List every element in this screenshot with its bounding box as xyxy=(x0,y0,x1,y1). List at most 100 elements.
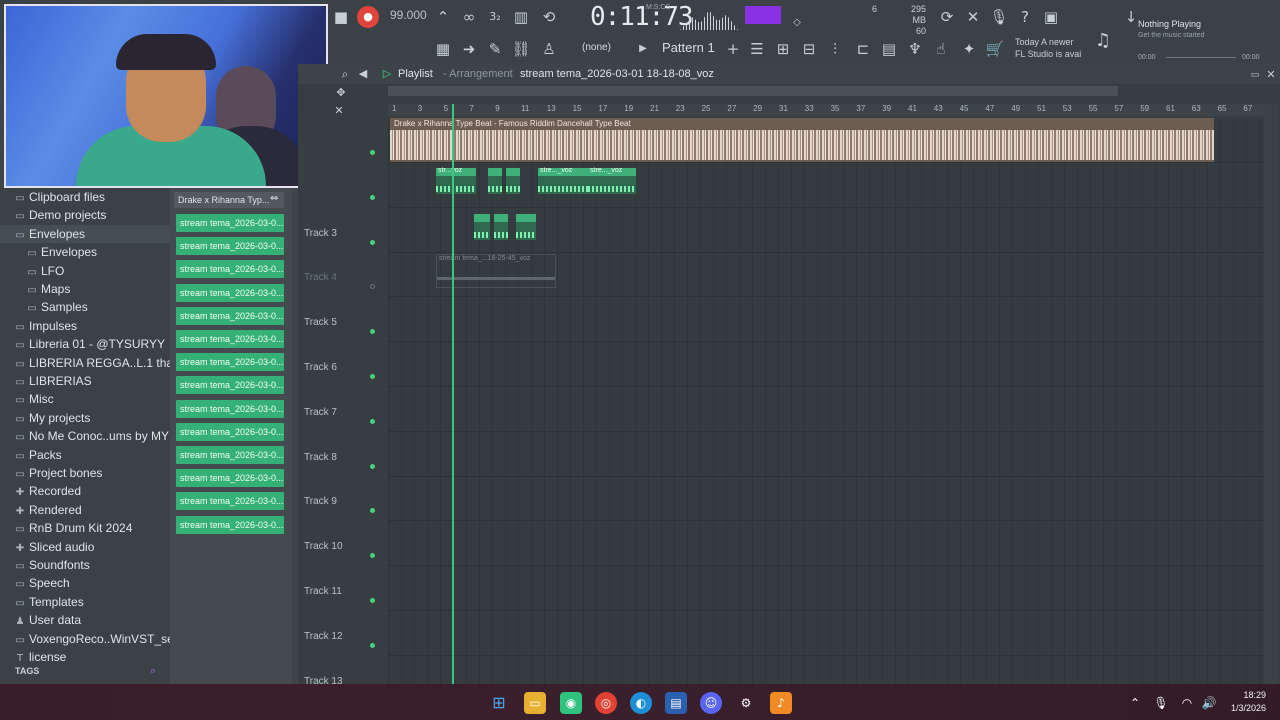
picker-clip[interactable]: stream tema_2026-03-0... xyxy=(176,306,284,325)
discord-icon[interactable]: ☺ xyxy=(700,692,722,714)
browser-item[interactable]: ▭ Misc xyxy=(0,390,170,408)
track-mute-toggle[interactable] xyxy=(370,463,375,469)
track-label[interactable]: Track 9 xyxy=(304,496,384,507)
browser-item[interactable]: ✚ Sliced audio xyxy=(0,538,170,556)
picker-clip[interactable]: stream tema_2026-03-0... xyxy=(176,214,284,232)
browser-item[interactable]: ▭ Envelopes xyxy=(0,224,170,243)
wait-record-icon[interactable]: ∞ xyxy=(458,6,480,28)
record-button[interactable]: ● xyxy=(357,6,379,28)
track-mute-toggle[interactable] xyxy=(370,150,375,155)
playlist-mode[interactable]: - Arrangement xyxy=(443,68,513,80)
picker-clip[interactable]: stream tema_2026-03-0... xyxy=(176,422,284,441)
track-label[interactable]: Track 5 xyxy=(304,317,384,328)
audio-clip-beat[interactable]: Drake x Rihanna Type Beat - Famous Riddi… xyxy=(390,118,1214,162)
picker-clip[interactable]: stream tema_2026-03-0... xyxy=(176,446,284,464)
track-mute-toggle[interactable] xyxy=(370,329,375,335)
playlist-scrollbar-h[interactable] xyxy=(388,86,1118,96)
browser-item[interactable]: ▭ LIBRERIA REGGA..L.1 thatboy r xyxy=(0,354,170,372)
picker-clip[interactable]: stream tema_2026-03-0... xyxy=(176,353,284,372)
play-pattern-icon[interactable]: ▶ xyxy=(632,38,654,60)
pattern-selector[interactable]: Pattern 1 xyxy=(662,40,715,55)
browser-item[interactable]: ▭ Envelopes xyxy=(0,243,170,261)
store-icon[interactable]: ▤ xyxy=(665,692,687,714)
clipboard-icon[interactable]: ▤ xyxy=(878,38,900,60)
browser-item[interactable]: ▭ Impulses xyxy=(0,317,170,335)
tray-chevron-icon[interactable]: ⌃ xyxy=(1124,692,1146,714)
settings-icon[interactable]: ⚙ xyxy=(735,692,757,714)
volume-icon[interactable]: 🔊 xyxy=(1198,692,1220,714)
track-label[interactable]: Track 4 xyxy=(304,272,384,283)
track-mute-toggle[interactable] xyxy=(370,553,375,559)
master-volume-meter[interactable] xyxy=(745,6,781,24)
channel-selector[interactable]: (none) xyxy=(582,42,611,53)
track-label[interactable]: Track 11 xyxy=(304,586,384,597)
browser-icon[interactable]: ⊏ xyxy=(852,38,874,60)
track-label[interactable]: Track 7 xyxy=(304,407,384,418)
timeline-ruler[interactable]: 1 3 5 7 9 11 13 15 17 19 21 23 25 27 29 31 33 35 37 39 41 43 4… xyxy=(388,104,1268,116)
stamp-icon[interactable]: ♙ xyxy=(538,38,560,60)
browser-item[interactable]: ▭ Packs xyxy=(0,446,170,464)
voice-clip[interactable] xyxy=(516,214,536,240)
track-mute-toggle[interactable] xyxy=(370,508,375,514)
browser-item[interactable]: ▭ Speech xyxy=(0,574,170,592)
track-mute-toggle[interactable] xyxy=(370,418,375,424)
picker-clip[interactable]: stream tema_2026-03-0... xyxy=(176,469,284,488)
playlist-current-file[interactable]: stream tema_2026-03-01 18-18-08_voz xyxy=(520,68,714,80)
browser-item[interactable]: ▭ Maps xyxy=(0,280,170,298)
tag-search-icon[interactable]: ⌕ xyxy=(150,664,156,678)
browser-item[interactable]: ♟ User data xyxy=(0,611,170,629)
countdown-icon[interactable]: 3₂ xyxy=(484,6,506,28)
picker-clip[interactable]: stream tema_2026-03-0... xyxy=(176,376,284,395)
fl-studio-icon[interactable]: ♪ xyxy=(770,692,792,714)
voice-clip[interactable] xyxy=(474,214,490,240)
picker-clip[interactable]: stream tema_2026-03-0... xyxy=(176,515,284,534)
browser-item[interactable]: ▭ Clipboard files xyxy=(0,188,170,206)
track-mute-toggle[interactable] xyxy=(370,239,375,245)
file-explorer-icon[interactable]: ▭ xyxy=(524,692,546,714)
picker-clip[interactable]: stream tema_2026-03-0... xyxy=(176,492,284,511)
maximize-icon[interactable]: ▭ xyxy=(1244,64,1266,86)
stop-icon[interactable]: ■ xyxy=(330,6,352,28)
step-edit-icon[interactable]: ▥ xyxy=(510,6,532,28)
song-time[interactable]: 0:11:73 xyxy=(590,2,694,32)
voice-clip[interactable] xyxy=(494,214,508,240)
windows-start-icon[interactable]: ⊞ xyxy=(488,692,510,714)
browser-item[interactable]: ▭ LFO xyxy=(0,262,170,280)
now-playing-progress[interactable] xyxy=(1166,57,1236,58)
track-label[interactable]: Track 3 xyxy=(304,228,384,239)
clock[interactable]: 18:29 1/3/2026 xyxy=(1224,689,1266,715)
play-arrow-icon[interactable]: ➜ xyxy=(458,38,480,60)
tools-icon[interactable]: ✕ xyxy=(962,6,984,28)
add-pattern-icon[interactable]: + xyxy=(722,38,744,60)
picker-drag-icon[interactable]: ⇔ xyxy=(270,193,278,204)
browser-item[interactable]: ▭ Samples xyxy=(0,298,170,316)
browser-item[interactable]: ▭ My projects xyxy=(0,409,170,427)
refresh-icon[interactable]: ⟳ xyxy=(936,6,958,28)
browser-item[interactable]: ✚ Recorded xyxy=(0,482,170,500)
chrome-icon[interactable]: ◎ xyxy=(595,692,617,714)
track-label[interactable]: Track 8 xyxy=(304,452,384,463)
loop-record-icon[interactable]: ⟲ xyxy=(538,6,560,28)
fruit-icon[interactable]: ✦ xyxy=(958,38,980,60)
edge-icon[interactable]: ◐ xyxy=(630,692,652,714)
track-mute-toggle[interactable] xyxy=(370,598,375,603)
app-green-icon[interactable]: ◉ xyxy=(560,692,582,714)
mixer-icon[interactable]: ⊟ xyxy=(798,38,820,60)
playlist-grid[interactable] xyxy=(388,118,1268,684)
ghost-clip[interactable]: stream tema_...18-25-45_voz xyxy=(436,254,556,288)
microphone-icon[interactable]: 🎙 xyxy=(988,6,1010,28)
picker-header[interactable]: Drake x Rihanna Typ... xyxy=(174,192,284,208)
track-mute-toggle[interactable] xyxy=(370,194,375,200)
voice-clip[interactable]: stre..._voz xyxy=(538,167,588,194)
track-mute-toggle[interactable] xyxy=(370,642,375,648)
voice-clip[interactable] xyxy=(506,168,520,194)
picker-clip[interactable]: stream tema_2026-03-0... xyxy=(176,283,284,302)
playhead[interactable] xyxy=(452,104,454,684)
browser-item[interactable]: ▭ LIBRERIAS xyxy=(0,372,170,390)
tray-mic-icon[interactable]: 🎙 xyxy=(1150,692,1172,714)
voice-clip[interactable]: str...voz xyxy=(436,167,476,194)
tool-close-icon[interactable]: ✕ xyxy=(328,100,350,122)
picker-clip[interactable]: stream tema_2026-03-0... xyxy=(176,260,284,279)
playlist-scrollbar-v[interactable] xyxy=(1264,104,1278,684)
piano-roll-icon[interactable]: ▦ xyxy=(432,38,454,60)
